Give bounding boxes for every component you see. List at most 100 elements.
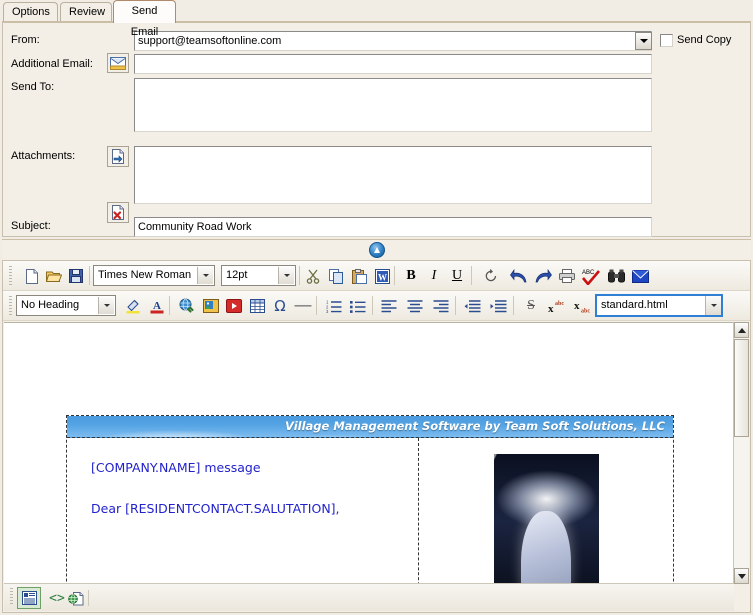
send-copy-label: Send Copy — [677, 34, 732, 46]
paste-from-word-button[interactable]: W — [371, 265, 393, 287]
bullet-list-button[interactable] — [347, 295, 369, 317]
save-document-button[interactable] — [65, 265, 87, 287]
attachment-remove-button[interactable] — [107, 202, 129, 223]
attachments-label: Attachments: — [11, 150, 76, 162]
subscript-icon: x abc — [574, 300, 590, 313]
attachment-add-button[interactable] — [107, 146, 129, 167]
horizontal-rule-button[interactable] — [292, 295, 314, 317]
font-family-dropdown-arrow[interactable] — [197, 267, 213, 284]
highlighter-icon — [126, 299, 140, 314]
design-view-tab[interactable] — [17, 587, 41, 609]
blue-envelope-icon — [631, 269, 649, 283]
highlight-button[interactable] — [122, 295, 144, 317]
tab-options[interactable]: Options — [3, 2, 58, 22]
find-button[interactable] — [605, 265, 627, 287]
superscript-icon: x abc — [548, 301, 564, 313]
editor-toolbar-row1: Times New Roman 12pt W B I U ABC — [3, 261, 750, 291]
font-family-value: Times New Roman — [98, 269, 192, 281]
toolbar-grip-1[interactable] — [9, 266, 12, 285]
subject-input[interactable]: Community Road Work — [134, 217, 652, 237]
refresh-icon — [485, 269, 497, 282]
image-icon — [203, 299, 219, 313]
tab-send-email[interactable]: Send Email — [113, 0, 176, 38]
hand-touching-screen-photo — [493, 454, 599, 584]
email-header-form: From: support@teamsoftonline.com Send Co… — [2, 21, 751, 237]
tab-review[interactable]: Review — [60, 2, 112, 22]
insert-video-button[interactable] — [223, 295, 245, 317]
font-size-dropdown-arrow[interactable] — [278, 267, 294, 284]
address-book-button[interactable] — [107, 53, 129, 73]
align-left-icon — [381, 299, 397, 312]
toolbar-grip-2[interactable] — [9, 296, 12, 315]
bold-icon: B — [406, 268, 416, 283]
insert-image-button[interactable] — [200, 295, 222, 317]
attachments-list[interactable] — [134, 146, 652, 204]
open-document-button[interactable] — [43, 265, 65, 287]
undo-button[interactable] — [508, 265, 530, 287]
heading-style-dropdown-arrow[interactable] — [98, 297, 114, 314]
strikethrough-button[interactable]: S — [520, 295, 542, 317]
binoculars-icon — [607, 269, 625, 283]
template-file-value: standard.html — [601, 299, 668, 311]
body-line-company: [COMPANY.NAME] message — [91, 460, 261, 475]
underline-icon: U — [451, 268, 463, 283]
document-scrollbar[interactable] — [733, 322, 749, 584]
panel-splitter[interactable] — [2, 239, 751, 261]
viewbar-grip[interactable] — [10, 588, 13, 606]
scrollbar-thumb[interactable] — [734, 339, 749, 437]
undo-arrow-icon — [510, 268, 527, 282]
align-center-button[interactable] — [404, 295, 426, 317]
align-center-icon — [407, 299, 423, 312]
cut-button[interactable] — [302, 265, 324, 287]
remove-file-icon — [111, 205, 124, 220]
redo-arrow-icon — [535, 268, 552, 282]
send-email-window: Options Review Send Email From: support@… — [0, 0, 753, 615]
italic-icon: I — [431, 268, 437, 283]
superscript-button[interactable]: x abc — [546, 295, 568, 317]
bold-button[interactable]: B — [400, 265, 422, 287]
send-copy-checkbox[interactable] — [660, 34, 673, 47]
from-dropdown-arrow[interactable] — [635, 32, 652, 50]
print-button[interactable] — [556, 265, 578, 287]
scroll-up-arrow-icon — [737, 327, 746, 333]
tab-strip: Options Review Send Email — [0, 0, 753, 38]
outdent-button[interactable] — [461, 295, 483, 317]
numbered-list-button[interactable]: 1 2 3 — [323, 295, 345, 317]
font-size-select[interactable]: 12pt — [221, 265, 296, 286]
tab-review-label: Review — [69, 6, 106, 18]
send-to-textarea[interactable] — [134, 78, 652, 132]
send-to-label: Send To: — [11, 81, 55, 93]
spellcheck-button[interactable]: ABC — [580, 265, 602, 287]
send-mail-button[interactable] — [629, 265, 651, 287]
from-input[interactable]: support@teamsoftonline.com — [134, 31, 652, 51]
template-right-column: Team Soft Solutions, LLC — [419, 438, 673, 584]
svg-text:W: W — [378, 272, 387, 282]
underline-button[interactable]: U — [446, 265, 468, 287]
document-canvas[interactable]: Village Management Software by Team Soft… — [4, 322, 734, 584]
refresh-button[interactable] — [480, 265, 502, 287]
font-color-button[interactable]: A — [146, 295, 168, 317]
align-left-button[interactable] — [378, 295, 400, 317]
heading-style-select[interactable]: No Heading — [16, 295, 116, 316]
new-document-button[interactable] — [21, 265, 43, 287]
template-file-dropdown-arrow[interactable] — [705, 296, 721, 315]
copy-button[interactable] — [325, 265, 347, 287]
scroll-down-button[interactable] — [734, 568, 749, 584]
redo-button[interactable] — [532, 265, 554, 287]
insert-symbol-button[interactable]: Ω — [269, 295, 291, 317]
paste-button[interactable] — [348, 265, 370, 287]
collapse-header-button[interactable] — [369, 242, 385, 258]
additional-email-input[interactable] — [134, 54, 652, 74]
outdent-icon — [464, 299, 480, 312]
font-family-select[interactable]: Times New Roman — [93, 265, 215, 286]
preview-tab[interactable] — [64, 587, 88, 609]
insert-table-button[interactable] — [246, 295, 268, 317]
template-file-select[interactable]: standard.html — [595, 294, 723, 317]
align-right-icon — [433, 299, 449, 312]
indent-button[interactable] — [487, 295, 509, 317]
subscript-button[interactable]: x abc — [572, 295, 594, 317]
insert-link-button[interactable] — [176, 295, 198, 317]
scroll-up-button[interactable] — [734, 322, 749, 338]
italic-button[interactable]: I — [423, 265, 445, 287]
align-right-button[interactable] — [430, 295, 452, 317]
